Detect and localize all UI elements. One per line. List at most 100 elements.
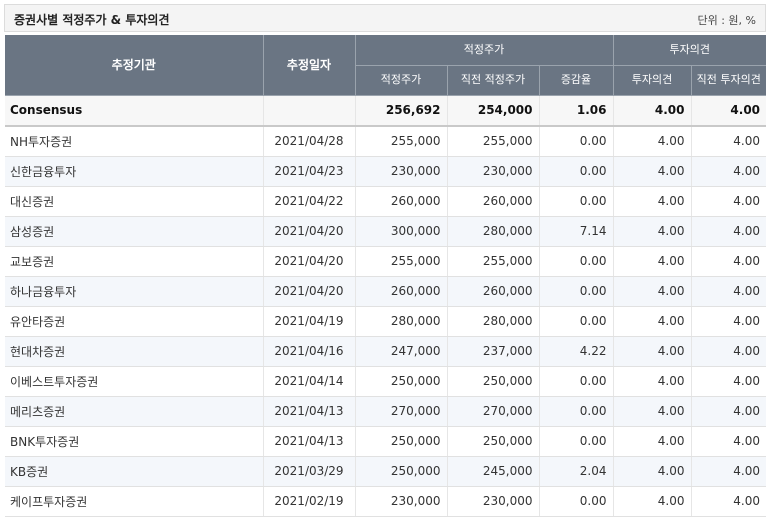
cell-opinion: 4.00 [613, 426, 692, 457]
cell-change-rate: 0.00 [539, 396, 614, 427]
table-row: 대신증권 2021/04/22 260,000 260,000 0.00 4.00 4.00 [5, 186, 767, 217]
col-header-change-rate: 증감율 [539, 65, 614, 96]
cell-institution: NH투자증권 [5, 126, 264, 157]
table-row: 삼성증권 2021/04/20 300,000 280,000 7.14 4.00 4.00 [5, 216, 767, 247]
cell-prev-opinion: 4.00 [691, 246, 767, 277]
cell-prev-target-price: 260,000 [447, 186, 540, 217]
cell-change-rate: 0.00 [539, 276, 614, 307]
cell-institution: 유안타증권 [5, 306, 264, 337]
cell-prev-target-price: 237,000 [447, 336, 540, 367]
cell-target-price: 260,000 [355, 186, 448, 217]
cell-institution: KB증권 [5, 456, 264, 487]
col-header-target-price: 적정주가 [355, 65, 448, 96]
cell-change-rate: 0.00 [539, 156, 614, 187]
cell-date: 2021/04/20 [263, 246, 356, 277]
table-row: 교보증권 2021/04/20 255,000 255,000 0.00 4.00 4.00 [5, 246, 767, 277]
cell-opinion: 4.00 [613, 306, 692, 337]
cell-date: 2021/04/28 [263, 126, 356, 157]
cell-opinion: 4.00 [613, 216, 692, 247]
col-header-date: 추정일자 [263, 35, 356, 96]
cell-institution: 이베스트투자증권 [5, 366, 264, 397]
cell-change-rate: 4.22 [539, 336, 614, 367]
cell-prev-opinion: 4.00 [691, 486, 767, 517]
cell-institution: BNK투자증권 [5, 426, 264, 457]
cell-opinion: 4.00 [613, 246, 692, 277]
cell-date: 2021/04/13 [263, 396, 356, 427]
cell-prev-target-price: 280,000 [447, 306, 540, 337]
table-body: Consensus 256,692 254,000 1.06 4.00 4.00… [5, 95, 767, 517]
cell-date: 2021/04/23 [263, 156, 356, 187]
cell-target-price: 250,000 [355, 456, 448, 487]
cell-prev-target-price: 230,000 [447, 156, 540, 187]
cell-prev-target-price: 280,000 [447, 216, 540, 247]
cell-opinion: 4.00 [613, 336, 692, 367]
cell-prev-opinion: 4.00 [691, 216, 767, 247]
cell-target-price: 230,000 [355, 486, 448, 517]
col-header-institution: 추정기관 [5, 35, 264, 96]
cell-target-price: 280,000 [355, 306, 448, 337]
consensus-target-price: 256,692 [355, 95, 448, 127]
cell-change-rate: 7.14 [539, 216, 614, 247]
cell-prev-target-price: 255,000 [447, 246, 540, 277]
cell-prev-opinion: 4.00 [691, 306, 767, 337]
cell-prev-target-price: 250,000 [447, 366, 540, 397]
cell-institution: 현대차증권 [5, 336, 264, 367]
table-row: 현대차증권 2021/04/16 247,000 237,000 4.22 4.00 4.0… [5, 336, 767, 367]
consensus-prev-opinion: 4.00 [691, 95, 767, 127]
cell-date: 2021/04/14 [263, 366, 356, 397]
table-row: 하나금융투자 2021/04/20 260,000 260,000 0.00 4.00 4.… [5, 276, 767, 307]
col-header-opinion: 투자의견 [613, 65, 692, 96]
cell-prev-target-price: 250,000 [447, 426, 540, 457]
cell-opinion: 4.00 [613, 156, 692, 187]
cell-prev-target-price: 245,000 [447, 456, 540, 487]
cell-prev-opinion: 4.00 [691, 396, 767, 427]
cell-institution: 대신증권 [5, 186, 264, 217]
cell-date: 2021/03/29 [263, 456, 356, 487]
cell-prev-opinion: 4.00 [691, 156, 767, 187]
cell-target-price: 247,000 [355, 336, 448, 367]
col-header-prev-opinion: 직전 투자의견 [691, 65, 767, 96]
cell-prev-opinion: 4.00 [691, 126, 767, 157]
cell-prev-opinion: 4.00 [691, 366, 767, 397]
cell-target-price: 230,000 [355, 156, 448, 187]
consensus-prev-target-price: 254,000 [447, 95, 540, 127]
cell-target-price: 260,000 [355, 276, 448, 307]
table-row: 유안타증권 2021/04/19 280,000 280,000 0.00 4.00 4.0… [5, 306, 767, 337]
cell-prev-target-price: 270,000 [447, 396, 540, 427]
consensus-opinion: 4.00 [613, 95, 692, 127]
cell-opinion: 4.00 [613, 366, 692, 397]
cell-change-rate: 0.00 [539, 486, 614, 517]
cell-opinion: 4.00 [613, 276, 692, 307]
cell-date: 2021/04/20 [263, 276, 356, 307]
cell-prev-opinion: 4.00 [691, 336, 767, 367]
cell-change-rate: 0.00 [539, 186, 614, 217]
table-row: NH투자증권 2021/04/28 255,000 255,000 0.00 4.00 4.… [5, 126, 767, 157]
table-row: 메리츠증권 2021/04/13 270,000 270,000 0.00 4.00 4.0… [5, 396, 767, 427]
cell-target-price: 270,000 [355, 396, 448, 427]
cell-change-rate: 0.00 [539, 246, 614, 277]
cell-institution: 메리츠증권 [5, 396, 264, 427]
col-group-target-price: 적정주가 [355, 35, 614, 66]
cell-target-price: 300,000 [355, 216, 448, 247]
cell-date: 2021/04/13 [263, 426, 356, 457]
cell-target-price: 250,000 [355, 426, 448, 457]
table-header: 추정기관 추정일자 적정주가 투자의견 적정주가 직전 적정주가 증감율 투자의… [5, 35, 767, 96]
cell-prev-target-price: 255,000 [447, 126, 540, 157]
cell-change-rate: 0.00 [539, 126, 614, 157]
cell-prev-opinion: 4.00 [691, 276, 767, 307]
cell-institution: 케이프투자증권 [5, 486, 264, 517]
cell-target-price: 250,000 [355, 366, 448, 397]
cell-institution: 삼성증권 [5, 216, 264, 247]
cell-prev-opinion: 4.00 [691, 456, 767, 487]
unit-label: 단위 : 원, % [697, 14, 756, 27]
cell-opinion: 4.00 [613, 396, 692, 427]
cell-target-price: 255,000 [355, 246, 448, 277]
cell-date: 2021/04/22 [263, 186, 356, 217]
cell-date: 2021/02/19 [263, 486, 356, 517]
cell-date: 2021/04/20 [263, 216, 356, 247]
cell-target-price: 255,000 [355, 126, 448, 157]
cell-opinion: 4.00 [613, 186, 692, 217]
cell-opinion: 4.00 [613, 456, 692, 487]
cell-institution: 교보증권 [5, 246, 264, 277]
cell-change-rate: 2.04 [539, 456, 614, 487]
